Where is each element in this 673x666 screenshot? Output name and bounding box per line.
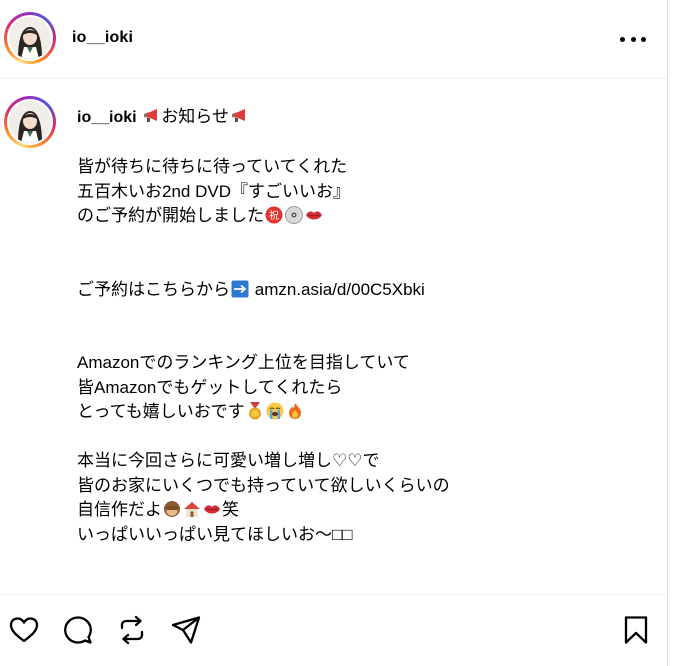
repost-icon[interactable]: [116, 614, 148, 646]
medal-icon: [248, 402, 261, 420]
caption-line: 皆が待ちに待ちに待っていてくれた: [77, 157, 348, 176]
caption-line: 五百木いお2nd DVD『すごいいお』: [77, 181, 350, 201]
megaphone-icon: [144, 109, 158, 122]
caption-line: のご予約が開始しました: [77, 206, 264, 225]
more-options-button[interactable]: [620, 29, 646, 49]
see-no-evil-monkey-icon: [164, 501, 180, 517]
caption-line: 本当に今回さらに可愛い増し増し♡♡で: [77, 451, 380, 470]
caption-line: 自信作だよ: [77, 500, 162, 519]
share-send-icon[interactable]: [170, 614, 202, 646]
dvd-icon: [285, 206, 303, 224]
caption-text: io__ioki お知らせ 皆が待ちに待ちに待っていてくれた 五百木いお2nd …: [77, 105, 637, 547]
caption-line: Amazonでのランキング上位を目指していて: [77, 353, 410, 372]
action-bar: [0, 594, 668, 666]
caption-username[interactable]: io__ioki: [77, 109, 137, 126]
post-panel: io__ioki io__ioki お知らせ 皆が待ちに待ちに待っていてくれた …: [0, 0, 668, 666]
dot-icon: [641, 36, 646, 42]
caption-line: とっても嬉しいおです: [77, 402, 245, 421]
lips-icon: [204, 505, 220, 514]
post-header: io__ioki: [0, 0, 668, 79]
caption-line: ご予約はこちらから: [77, 279, 230, 299]
house-icon: [184, 502, 200, 517]
caption-avatar[interactable]: [4, 96, 56, 148]
profile-photo: [9, 17, 51, 59]
caption-line: 皆のお家にいくつでも持っていて欲しいくらいの: [77, 475, 450, 495]
caption-title: お知らせ: [161, 107, 229, 126]
crying-face-icon: [266, 402, 284, 420]
caption-line-tail: □□: [332, 524, 353, 544]
megaphone-icon: [231, 109, 245, 122]
like-heart-icon[interactable]: [8, 614, 40, 646]
right-arrow-icon: [231, 280, 249, 297]
comment-icon[interactable]: [62, 614, 94, 646]
profile-photo: [9, 101, 51, 143]
caption-line: 笑: [222, 500, 239, 519]
caption-line: 皆Amazonでもゲットしてくれたら: [77, 377, 343, 397]
amazon-link[interactable]: amzn.asia/d/00C5Xbki: [255, 280, 425, 299]
dot-icon: [630, 36, 636, 42]
lips-icon: [306, 211, 322, 220]
post-username[interactable]: io__ioki: [72, 29, 133, 47]
fire-icon: [288, 403, 301, 419]
svg-text:祝: 祝: [269, 209, 279, 222]
bookmark-icon[interactable]: [620, 614, 652, 646]
congratulations-kanji-icon: 祝: [265, 206, 283, 224]
avatar[interactable]: [4, 12, 56, 64]
caption-area: io__ioki お知らせ 皆が待ちに待ちに待っていてくれた 五百木いお2nd …: [0, 80, 668, 593]
dot-icon: [620, 36, 625, 42]
caption-line: いっぱいいっぱい見てほしいお〜: [77, 524, 332, 544]
